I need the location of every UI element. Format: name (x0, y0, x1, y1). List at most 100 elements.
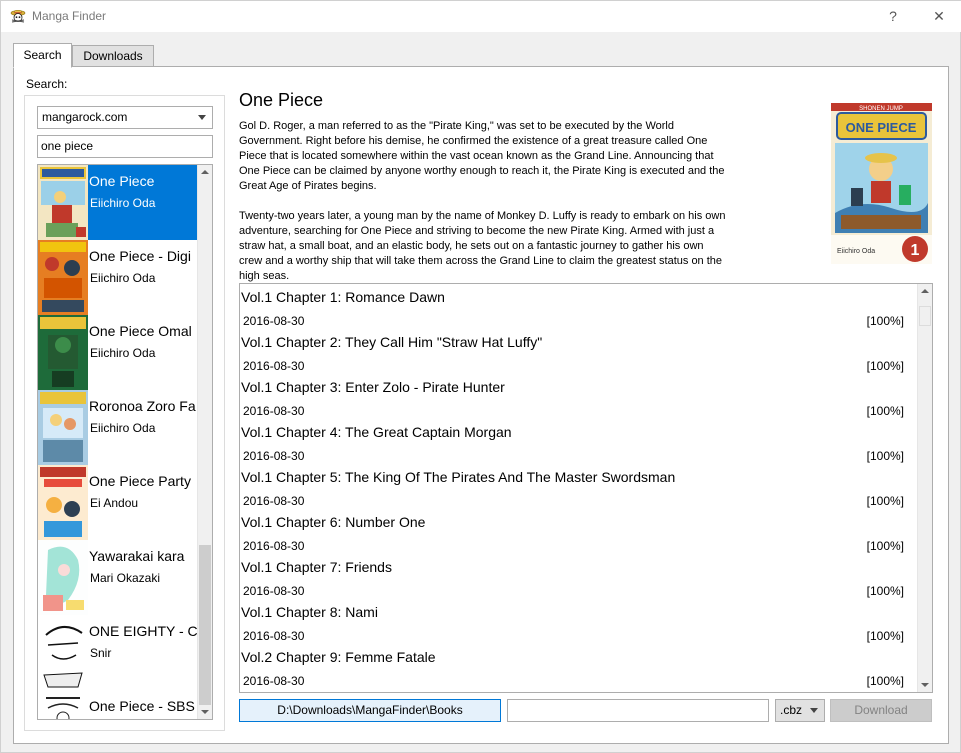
result-author: Eiichiro Oda (90, 421, 156, 435)
tab-search[interactable]: Search (13, 43, 72, 68)
scroll-up-icon[interactable] (921, 289, 929, 293)
straw-hat-jolly-roger-icon (10, 10, 26, 23)
scroll-down-icon[interactable] (201, 710, 209, 714)
chapter-date: 2016-08-30 (243, 359, 305, 373)
chapters-scrollbar[interactable] (917, 284, 932, 692)
chapter-title: Vol.1 Chapter 5: The King Of The Pirates… (241, 469, 676, 485)
result-title: Roronoa Zoro Fa (89, 398, 196, 414)
result-title: Yawarakai kara (89, 548, 185, 564)
scrollbar-thumb[interactable] (919, 306, 931, 326)
list-item[interactable]: Vol.1 Chapter 4: The Great Captain Morga… (240, 419, 916, 464)
chapter-title: Vol.1 Chapter 4: The Great Captain Morga… (241, 424, 512, 440)
synopsis-paragraph: Twenty-two years later, a young man by t… (239, 210, 726, 282)
chapter-title: Vol.1 Chapter 1: Romance Dawn (241, 289, 445, 305)
list-item[interactable]: Vol.1 Chapter 8: Nami 2016-08-30 [100%] (240, 599, 916, 644)
result-author: Eiichiro Oda (90, 346, 156, 360)
scroll-up-icon[interactable] (201, 170, 209, 174)
result-text: One Piece Omal Eiichiro Oda (88, 315, 198, 390)
chapter-progress: [100%] (866, 539, 904, 553)
manga-thumbnail (38, 465, 88, 540)
list-item[interactable]: One Piece Eiichiro Oda (38, 165, 198, 240)
list-item[interactable]: Vol.1 Chapter 2: They Call Him "Straw Ha… (240, 329, 916, 374)
manga-title: One Piece (239, 90, 324, 110)
chapter-progress: [100%] (866, 359, 904, 373)
source-select[interactable]: mangarock.com (37, 106, 213, 129)
cover-top-text: SHONEN JUMP (859, 106, 903, 112)
chapter-title: Vol.1 Chapter 3: Enter Zolo - Pirate Hun… (241, 379, 505, 395)
result-text: One Piece Eiichiro Oda (88, 165, 198, 240)
chapter-title: Vol.1 Chapter 7: Friends (241, 559, 392, 575)
chapter-date: 2016-08-30 (243, 404, 305, 418)
chapter-progress: [100%] (866, 449, 904, 463)
list-item[interactable]: Vol.1 Chapter 5: The King Of The Pirates… (240, 464, 916, 509)
search-results-list[interactable]: One Piece Eiichiro Oda One Piece - Digi … (37, 164, 213, 720)
list-item[interactable]: Vol.1 Chapter 3: Enter Zolo - Pirate Hun… (240, 374, 916, 419)
list-item[interactable]: One Piece Party Ei Andou (38, 465, 198, 540)
list-item[interactable]: Vol.2 Chapter 9: Femme Fatale 2016-08-30… (240, 644, 916, 689)
result-text: One Piece - Digi Eiichiro Oda (88, 240, 198, 315)
result-author: Eiichiro Oda (90, 271, 156, 285)
list-item[interactable]: Yawarakai kara Mari Okazaki (38, 540, 198, 615)
list-item[interactable]: Vol.1 Chapter 7: Friends 2016-08-30 [100… (240, 554, 916, 599)
result-text: ONE EIGHTY - C Snir (88, 615, 198, 690)
close-icon: ✕ (933, 8, 945, 24)
chapter-title: Vol.2 Chapter 9: Femme Fatale (241, 649, 436, 665)
filename-input[interactable] (507, 699, 769, 722)
chapter-title: Vol.1 Chapter 2: They Call Him "Straw Ha… (241, 334, 543, 350)
result-author: Eiichiro Oda (90, 196, 156, 210)
help-button[interactable]: ? (870, 1, 916, 32)
scroll-down-icon[interactable] (921, 683, 929, 687)
list-item[interactable]: One Piece - Digi Eiichiro Oda (38, 240, 198, 315)
close-button[interactable]: ✕ (916, 1, 961, 32)
result-title: One Piece (89, 173, 155, 189)
manga-thumbnail (38, 165, 88, 240)
synopsis-paragraph: Gol D. Roger, a man referred to as the "… (239, 120, 725, 192)
result-title: One Piece Omal (89, 323, 192, 339)
chapter-list[interactable]: Vol.1 Chapter 1: Romance Dawn 2016-08-30… (239, 283, 933, 693)
list-item[interactable]: Roronoa Zoro Fa Eiichiro Oda (38, 390, 198, 465)
chapter-progress: [100%] (866, 629, 904, 643)
download-button[interactable]: Download (830, 699, 932, 722)
list-item[interactable]: One Piece - SBS (38, 690, 198, 719)
chapter-title: Vol.1 Chapter 6: Number One (241, 514, 426, 530)
chapter-progress: [100%] (866, 584, 904, 598)
list-item[interactable]: ONE EIGHTY - C Snir (38, 615, 198, 690)
download-directory-button[interactable]: D:\Downloads\MangaFinder\Books (239, 699, 501, 722)
result-title: ONE EIGHTY - C (89, 623, 198, 639)
help-icon: ? (889, 8, 897, 24)
manga-thumbnail (38, 315, 88, 390)
format-select[interactable]: .cbz (775, 699, 825, 722)
cover-logo-text: ONE PIECE (846, 120, 917, 135)
manga-thumbnail (38, 615, 88, 690)
list-item[interactable]: Vol.1 Chapter 6: Number One 2016-08-30 [… (240, 509, 916, 554)
result-title: One Piece - Digi (89, 248, 191, 264)
result-title: One Piece Party (89, 473, 191, 489)
manga-thumbnail (38, 390, 88, 465)
search-group: mangarock.com one piece One Piece Eiichi… (24, 95, 225, 731)
chapter-progress: [100%] (866, 314, 904, 328)
chapter-progress: [100%] (866, 674, 904, 688)
chapter-title: Vol.1 Chapter 8: Nami (241, 604, 378, 620)
scrollbar-thumb[interactable] (199, 545, 211, 705)
chapter-progress: [100%] (866, 404, 904, 418)
list-item[interactable]: Vol.1 Chapter 1: Romance Dawn 2016-08-30… (240, 284, 916, 329)
search-label: Search: (26, 77, 68, 91)
results-scrollbar[interactable] (197, 165, 212, 719)
result-title: One Piece - SBS (89, 698, 195, 714)
manga-cover-image: SHONEN JUMP ONE PIECE Eiichiro Oda 1 (831, 103, 932, 264)
result-author: Mari Okazaki (90, 571, 161, 585)
result-text: Roronoa Zoro Fa Eiichiro Oda (88, 390, 198, 465)
tab-downloads[interactable]: Downloads (72, 45, 154, 67)
chapter-date: 2016-08-30 (243, 629, 305, 643)
chapter-date: 2016-08-30 (243, 674, 305, 688)
chevron-down-icon (198, 115, 206, 120)
search-tab-panel: Search: mangarock.com one piece One Piec… (13, 66, 949, 744)
window-title: Manga Finder (32, 9, 107, 23)
list-item[interactable]: One Piece Omal Eiichiro Oda (38, 315, 198, 390)
source-select-value: mangarock.com (42, 110, 128, 124)
cover-volume-number: 1 (911, 242, 920, 259)
manga-thumbnail (38, 540, 88, 615)
search-input[interactable]: one piece (37, 135, 213, 158)
result-text: One Piece Party Ei Andou (88, 465, 198, 540)
chapter-date: 2016-08-30 (243, 584, 305, 598)
